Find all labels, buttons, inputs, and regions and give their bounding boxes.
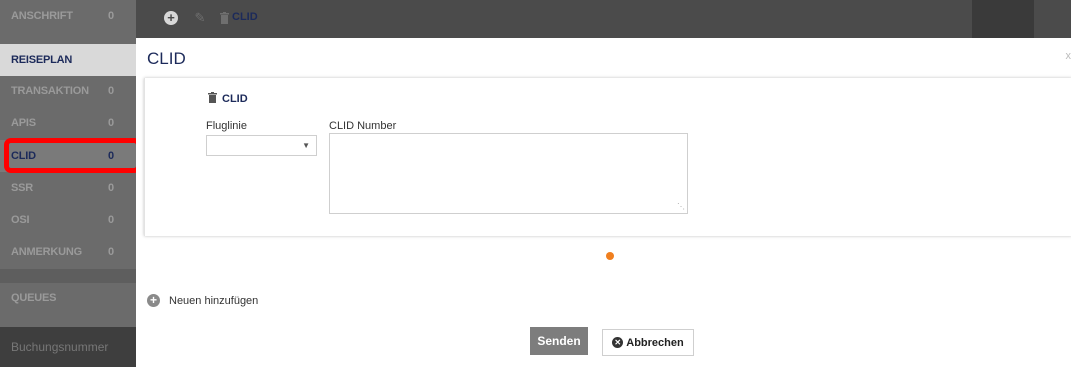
- clid-form-card: CLID Fluglinie CLID Number ▼ ⋱: [144, 78, 1071, 236]
- sidebar-item-label: QUEUES: [11, 292, 57, 304]
- sidebar-item-label: ANMERKUNG: [11, 246, 82, 258]
- toolbar-title: CLID: [232, 11, 258, 23]
- sidebar-item-label: OSI: [11, 214, 30, 226]
- send-button[interactable]: Senden: [530, 327, 588, 355]
- sidebar-divider: [0, 269, 136, 283]
- highlight-annotation: [4, 138, 141, 173]
- pencil-icon[interactable]: ✎: [192, 10, 208, 26]
- header-image: [972, 0, 1034, 38]
- close-icon[interactable]: x: [1066, 50, 1071, 62]
- sidebar-item-count: 0: [108, 182, 114, 194]
- fluglinie-select[interactable]: ▼: [206, 135, 317, 156]
- sidebar-item-label: ANSCHRIFT: [11, 10, 73, 22]
- card-title: CLID: [208, 92, 248, 106]
- clid-number-textarea[interactable]: ⋱: [329, 133, 688, 214]
- booking-number-label: Buchungsnummer: [11, 340, 109, 354]
- fluglinie-label: Fluglinie: [206, 120, 247, 132]
- sidebar-item-count: 0: [108, 214, 114, 226]
- chevron-down-icon: ▼: [302, 141, 310, 150]
- sidebar-item-label: REISEPLAN: [11, 54, 73, 66]
- sidebar-item-count: 0: [108, 85, 114, 97]
- close-circle-icon: ✕: [612, 337, 624, 348]
- trash-icon[interactable]: [216, 10, 232, 26]
- sidebar-item-count: 0: [108, 10, 114, 22]
- plus-circle-icon: +: [147, 294, 160, 307]
- cancel-button[interactable]: ✕ Abbrechen: [602, 329, 694, 356]
- sidebar-item-ssr[interactable]: SSR 0: [0, 172, 136, 204]
- resize-handle-icon[interactable]: ⋱: [677, 203, 685, 211]
- main-panel: CLID x CLID Fluglinie CLID Number ▼ ⋱ + …: [136, 38, 1071, 367]
- page-title: CLID: [147, 49, 186, 68]
- clid-number-label: CLID Number: [329, 120, 397, 132]
- cancel-label: Abbrechen: [626, 336, 684, 349]
- sidebar-item-count: 0: [108, 117, 114, 129]
- plus-circle-icon[interactable]: +: [164, 11, 178, 25]
- sidebar-item-queues[interactable]: QUEUES: [0, 283, 136, 313]
- sidebar-item-label: TRANSAKTION: [11, 85, 89, 97]
- sidebar-item-transaktion[interactable]: TRANSAKTION 0: [0, 75, 136, 107]
- add-new-label: Neuen hinzufügen: [169, 294, 259, 307]
- sidebar-item-count: 0: [108, 246, 114, 258]
- sidebar-item-label: APIS: [11, 117, 36, 129]
- sidebar-item-anmerkung[interactable]: ANMERKUNG 0: [0, 236, 136, 268]
- add-new-link[interactable]: + Neuen hinzufügen: [147, 294, 258, 307]
- sidebar-item-anschrift[interactable]: ANSCHRIFT 0: [0, 0, 136, 32]
- sidebar-item-osi[interactable]: OSI 0: [0, 204, 136, 236]
- sidebar-item-label: SSR: [11, 182, 34, 194]
- sidebar: ANSCHRIFT 0 REISEPLAN TRANSAKTION 0 APIS…: [0, 0, 136, 367]
- loading-indicator: [606, 252, 614, 260]
- sidebar-item-reiseplan[interactable]: REISEPLAN: [0, 44, 136, 76]
- card-title-text: CLID: [222, 93, 248, 105]
- trash-icon[interactable]: [208, 92, 217, 106]
- booking-number-field[interactable]: Buchungsnummer: [0, 327, 136, 367]
- sidebar-item-apis[interactable]: APIS 0: [0, 107, 136, 139]
- toolbar: + ✎ CLID: [136, 0, 1071, 38]
